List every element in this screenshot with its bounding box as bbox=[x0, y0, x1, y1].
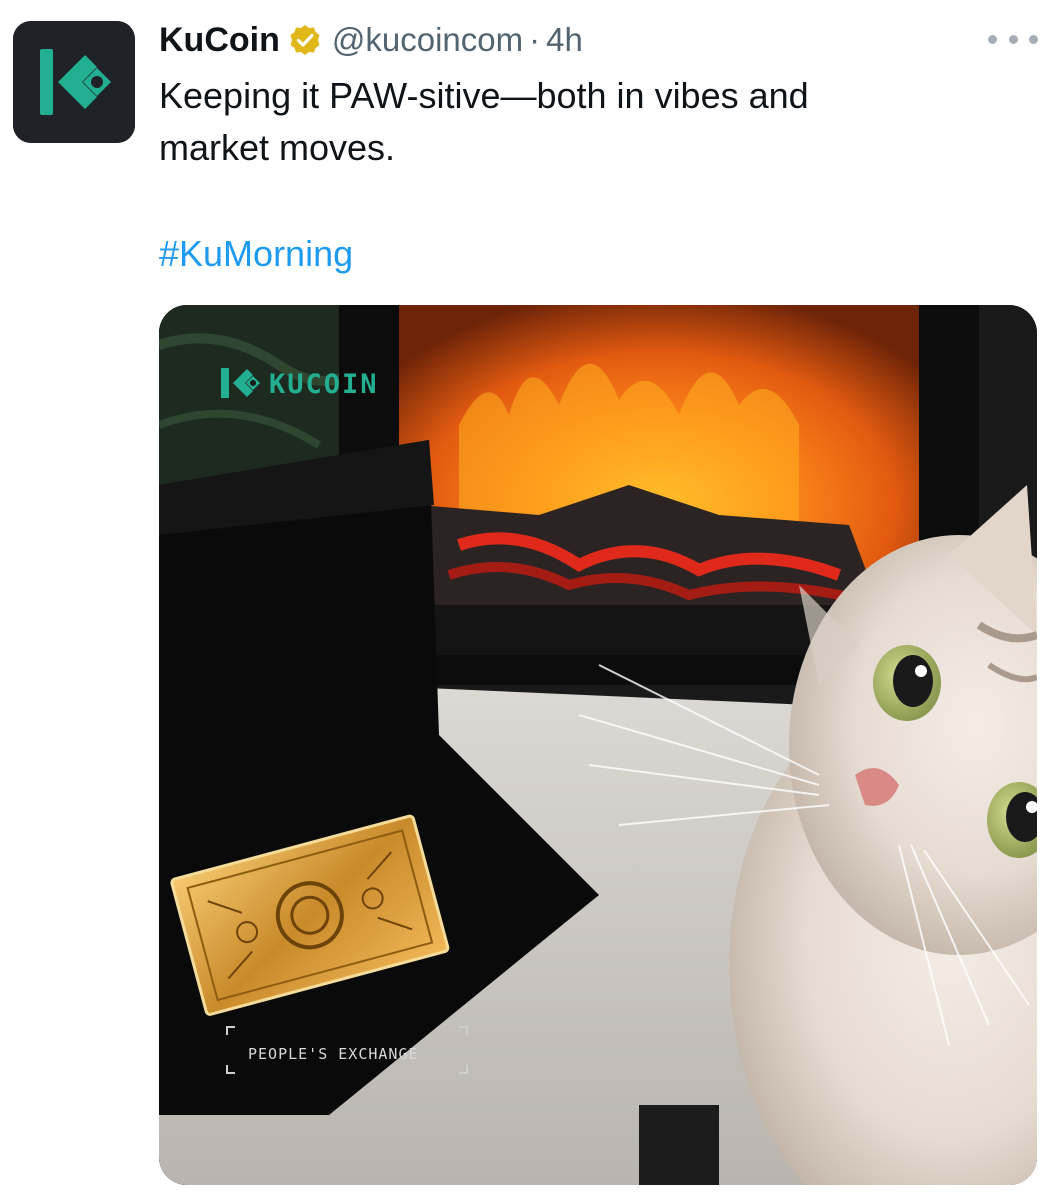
tweet-timestamp[interactable]: 4h bbox=[546, 21, 583, 59]
svg-text:PEOPLE'S EXCHANGE: PEOPLE'S EXCHANGE bbox=[248, 1045, 419, 1063]
verified-badge-icon bbox=[288, 23, 322, 57]
author-display-name[interactable]: KuCoin bbox=[159, 21, 280, 60]
author-avatar[interactable] bbox=[13, 21, 135, 143]
media-brand-text: KUCOIN bbox=[269, 369, 379, 400]
more-dots-icon bbox=[1008, 34, 1018, 44]
author-handle[interactable]: @kucoincom bbox=[332, 21, 523, 59]
tweet-header: KuCoin @kucoincom · 4h bbox=[159, 18, 583, 62]
kucoin-logo-icon bbox=[13, 21, 135, 143]
tweet-media-image[interactable]: KUCOIN PEOPLE'S EXCHANGE bbox=[159, 305, 1037, 1185]
tweet-body: Keeping it PAW-sitive—both in vibes and … bbox=[159, 70, 1019, 174]
tweet-text-line: market moves. bbox=[159, 127, 396, 168]
tweet-text-line: Keeping it PAW-sitive—both in vibes and bbox=[159, 75, 809, 116]
separator-dot: · bbox=[529, 21, 541, 58]
more-dots-icon bbox=[1029, 34, 1038, 44]
more-dots-icon bbox=[988, 34, 997, 44]
more-options-button[interactable] bbox=[988, 24, 1038, 54]
hashtag-link[interactable]: #KuMorning bbox=[159, 228, 353, 280]
media-photo: KUCOIN PEOPLE'S EXCHANGE bbox=[159, 305, 1037, 1185]
